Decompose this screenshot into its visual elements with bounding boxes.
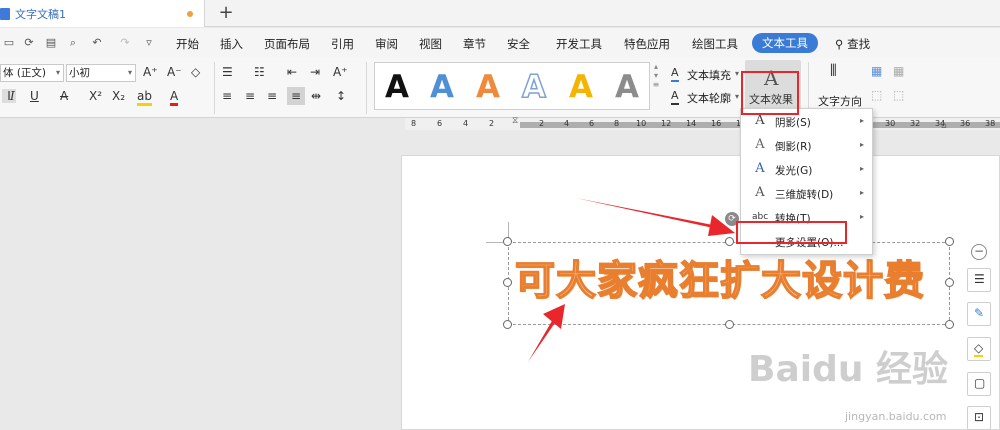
annotation-arrowhead-lower xyxy=(543,304,565,329)
baidu-watermark: Baidu 经验 xyxy=(748,349,949,390)
baidu-watermark-url: jingyan.baidu.com xyxy=(845,410,947,423)
annotation-arrow-upper xyxy=(576,198,727,233)
annotation-arrowhead-upper xyxy=(708,215,735,236)
